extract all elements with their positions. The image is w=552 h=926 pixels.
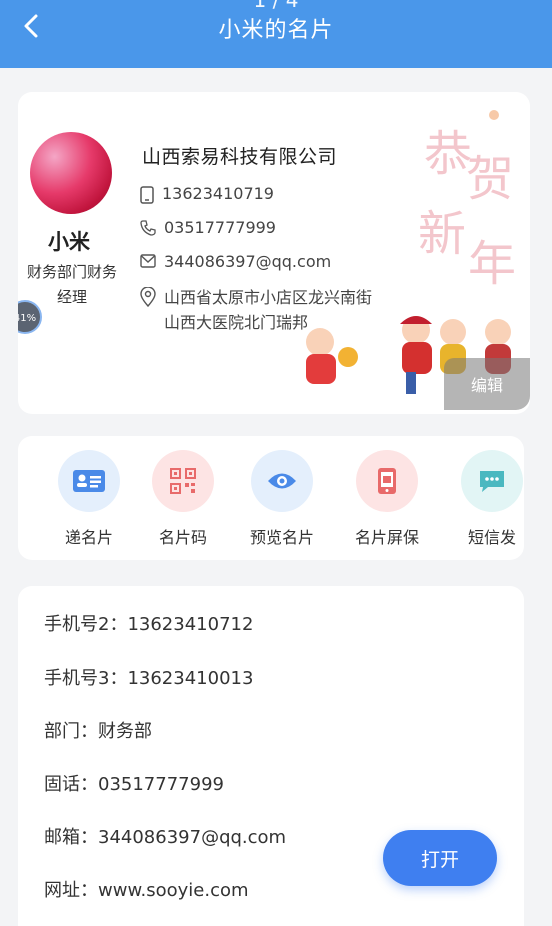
page-indicator: 1 / 4 (253, 0, 299, 12)
preview-card-label: 预览名片 (249, 528, 314, 547)
sms-send-icon-circle (461, 450, 523, 512)
send-card-label: 递名片 (64, 528, 113, 547)
business-card: 恭 贺 新 年 小米 财务部门财务经理 41% 山西索易科技有限公司 13623… (18, 92, 530, 414)
department-detail: 部门：财务部 (44, 721, 152, 742)
edit-button[interactable]: 编辑 (444, 358, 530, 410)
top-app-bar: 1 / 4 小米的名片 (0, 0, 552, 68)
card-screensaver-icon-circle (356, 450, 418, 512)
phone-screen-icon (378, 468, 396, 494)
mail-icon (140, 254, 156, 268)
address-row[interactable]: 山西省太原市小店区龙兴南街山西大医院北门瑞邦 (140, 285, 374, 335)
mobile-number: 13623410719 (162, 184, 274, 203)
message-icon (480, 471, 504, 492)
svg-text:恭: 恭 (424, 128, 472, 181)
avatar[interactable] (30, 132, 112, 214)
email-address: 344086397@qq.com (164, 252, 332, 271)
card-qr-icon-circle (152, 450, 214, 512)
website-detail[interactable]: 网址：www.sooyie.com (44, 876, 249, 902)
preview-card-icon-circle (251, 450, 313, 512)
email-detail[interactable]: 邮箱：344086397@qq.com (44, 823, 286, 849)
company-name: 山西索易科技有限公司 (142, 146, 338, 168)
address-text: 山西省太原市小店区龙兴南街山西大医院北门瑞邦 (164, 288, 373, 332)
card-screensaver-action[interactable]: 名片屏保 (344, 450, 430, 548)
eye-icon (268, 473, 296, 489)
send-card-action[interactable]: 递名片 (46, 450, 132, 548)
new-year-greeting-decoration: 恭 贺 新 年 (418, 110, 516, 290)
card-qr-action[interactable]: 名片码 (140, 450, 226, 548)
svg-text:年: 年 (468, 238, 516, 290)
location-pin-icon (140, 287, 156, 307)
sms-send-label: 短信发 (467, 528, 516, 547)
mobile-row[interactable]: 13623410719 (140, 184, 274, 204)
telephone-icon (140, 220, 156, 236)
mobile2-detail[interactable]: 手机号2：13623410712 (44, 610, 253, 636)
job-position: 财务部门财务经理 (26, 263, 117, 306)
open-button[interactable]: 打开 (383, 830, 497, 886)
preview-card-action[interactable]: 预览名片 (239, 450, 325, 548)
card-holder-name: 小米 (48, 230, 90, 254)
landline-detail[interactable]: 固话：03517777999 (44, 770, 224, 796)
mobile3-detail[interactable]: 手机号3：13623410013 (44, 664, 253, 690)
qr-code-icon (170, 468, 196, 494)
landline-row[interactable]: 03517777999 (140, 218, 276, 237)
landline-number: 03517777999 (164, 218, 276, 237)
id-card-icon (73, 470, 105, 492)
quick-actions-bar: 递名片 名片码 预览名片 名片屏保 短信发 (18, 436, 524, 560)
page-title: 小米的名片 (218, 18, 334, 43)
mobile-phone-icon (140, 186, 154, 204)
sms-send-action[interactable]: 短信发 (449, 450, 524, 548)
svg-text:贺: 贺 (466, 153, 514, 206)
card-qr-label: 名片码 (158, 528, 207, 547)
card-screensaver-label: 名片屏保 (354, 528, 419, 547)
email-row[interactable]: 344086397@qq.com (140, 252, 331, 271)
svg-text:新: 新 (418, 208, 466, 261)
send-card-icon-circle (58, 450, 120, 512)
